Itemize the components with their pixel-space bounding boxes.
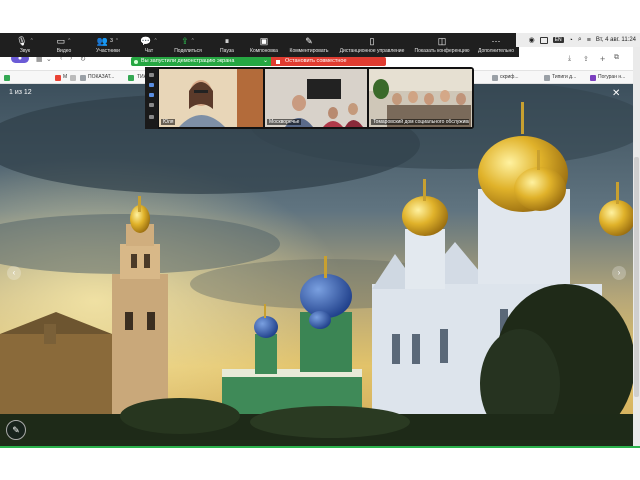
- macos-menubar: ◉ EN ◔ ⌕ ≡ Вт, 4 авг. 11:24: [516, 33, 640, 47]
- bookmark-item[interactable]: ПОКАЗАТ...: [80, 73, 114, 82]
- bookmark-item[interactable]: М: [55, 73, 67, 82]
- bookmark-item[interactable]: [128, 73, 136, 82]
- cathedral-photo: [0, 84, 633, 446]
- chevron-down-icon[interactable]: ⌃: [30, 35, 34, 47]
- gallery-view-icon[interactable]: [149, 93, 154, 97]
- participants-icon: 👥: [96, 36, 109, 46]
- battery-icon[interactable]: [539, 36, 548, 44]
- edit-photo-button[interactable]: ✎: [6, 420, 26, 440]
- control-center-icon[interactable]: ≡: [587, 37, 591, 44]
- chat-icon: 💬: [140, 36, 152, 46]
- video-tile[interactable]: Юля: [159, 69, 263, 127]
- video-tile[interactable]: Москворечье: [265, 69, 367, 127]
- screen: ● ▦ ⌄ ‹ › ↻ ⤓ ⇪ + ⧉ М ПОКАЗАТ... ТИА скр…: [0, 0, 640, 480]
- participant-name: Юля: [161, 119, 176, 125]
- bookmark-item[interactable]: [4, 73, 12, 82]
- chevron-down-icon[interactable]: ⌃: [191, 35, 195, 47]
- video-camera-icon: ▭: [56, 36, 66, 46]
- show-meeting-icon: ◫: [437, 36, 447, 46]
- bottom-area: [0, 446, 640, 480]
- layout-button[interactable]: ▣ Компоновка: [244, 33, 284, 57]
- scrollbar-thumb[interactable]: [634, 157, 639, 397]
- microphone-icon: 🎙: [16, 36, 28, 46]
- share-screen-icon: ⇪: [181, 36, 189, 46]
- keyboard-layout-indicator[interactable]: EN: [552, 37, 564, 43]
- wifi-icon[interactable]: ◔: [569, 37, 573, 44]
- chevron-down-icon[interactable]: ⌃: [115, 35, 119, 47]
- video-tile[interactable]: Томаровский дом социального обслуживания: [369, 69, 472, 127]
- sharing-indicator-icon: [134, 59, 138, 64]
- download-icon[interactable]: ⤓: [568, 55, 571, 63]
- remote-control-icon: ▯: [369, 36, 375, 46]
- participants-button[interactable]: 👥 3 ⌃ Участники: [84, 33, 132, 57]
- stop-icon: [276, 59, 280, 64]
- video-button[interactable]: ▭ ⌃ Видео: [44, 33, 84, 57]
- close-icon[interactable]: ✕: [612, 88, 620, 99]
- chat-button[interactable]: 💬 ⌃ Чат: [132, 33, 166, 57]
- menubar-datetime[interactable]: Вт, 4 авг. 11:24: [596, 37, 636, 43]
- speaker-view-icon[interactable]: [149, 83, 154, 87]
- pause-share-button[interactable]: ⏸ Пауза: [210, 33, 244, 57]
- annotate-pen-icon: ✎: [305, 36, 313, 46]
- pencil-icon: ✎: [12, 425, 20, 435]
- page-icon: [544, 74, 550, 81]
- bookmark-item[interactable]: Типиги д...: [544, 73, 576, 82]
- participant-name: Москворечье: [267, 119, 302, 125]
- video-panel-controls: [145, 67, 158, 129]
- show-meeting-button[interactable]: ◫ Показать конференцию: [410, 33, 474, 57]
- gmail-icon: [55, 74, 61, 81]
- stop-share-button[interactable]: Остановить совместное использование: [271, 57, 386, 73]
- panel-collapse-icon[interactable]: [149, 73, 154, 77]
- tab-overview-icon[interactable]: ⧉: [614, 54, 619, 62]
- previous-photo-button[interactable]: ‹: [7, 266, 21, 280]
- audio-button[interactable]: 🎙 ⌃ Звук: [6, 33, 44, 57]
- bookmark-item[interactable]: Погуран н...: [590, 73, 625, 82]
- share-page-icon[interactable]: ⇪: [583, 55, 589, 63]
- bookmark-item[interactable]: [70, 73, 78, 82]
- participants-count: 3: [110, 38, 113, 44]
- more-icon: ⋯: [491, 36, 501, 46]
- share-button[interactable]: ⇪ ⌃ Поделиться: [166, 33, 210, 57]
- zoom-toolbar: 🎙 ⌃ Звук ▭ ⌃ Видео 👥 3 ⌃ Участники 💬 ⌃ Чат ⇪ ⌃…: [0, 33, 519, 57]
- grid-icon[interactable]: [149, 103, 154, 107]
- next-photo-button[interactable]: ›: [612, 266, 626, 280]
- more-button[interactable]: ⋯ Дополнительно: [474, 33, 518, 57]
- sheets-icon: [128, 74, 134, 81]
- chevron-left-icon: ‹: [12, 268, 16, 277]
- page-icon: [492, 74, 498, 81]
- layout-icon: ▣: [259, 36, 269, 46]
- status-options-icon[interactable]: ⌄: [263, 57, 268, 66]
- annotate-button[interactable]: ✎ Комментировать: [284, 33, 334, 57]
- chevron-right-icon: ›: [617, 268, 621, 277]
- new-tab-icon[interactable]: +: [600, 54, 605, 64]
- bookmark-icon: [70, 74, 76, 81]
- page-icon: [80, 74, 86, 81]
- chevron-down-icon[interactable]: ⌃: [67, 35, 71, 47]
- pause-icon: ⏸: [224, 36, 230, 46]
- remote-control-button[interactable]: ▯ Дистанционное управление: [334, 33, 410, 57]
- share-border-line: [0, 446, 640, 448]
- participant-name: Томаровский дом социального обслуживания: [371, 119, 469, 125]
- sheets-icon: [4, 74, 10, 81]
- video-thumbnail-panel[interactable]: Юля Москворечье Томаровский дом социальн…: [145, 67, 474, 129]
- screen-share-status: Вы запустили демонстрацию экрана ⌄: [131, 57, 271, 66]
- page-icon: [590, 74, 596, 81]
- chevron-down-icon[interactable]: ⌃: [154, 35, 158, 47]
- right-scrollbar[interactable]: [633, 47, 640, 447]
- spotlight-search-icon[interactable]: ⌕: [578, 36, 582, 44]
- bookmark-item[interactable]: скриф...: [492, 73, 519, 82]
- zoom-status-icon[interactable]: ◉: [529, 36, 535, 44]
- expand-icon[interactable]: [149, 115, 154, 119]
- photo-counter: 1 из 12: [9, 89, 32, 96]
- photo-viewer: 1 из 12 ✕ ‹ › ✎: [0, 84, 633, 446]
